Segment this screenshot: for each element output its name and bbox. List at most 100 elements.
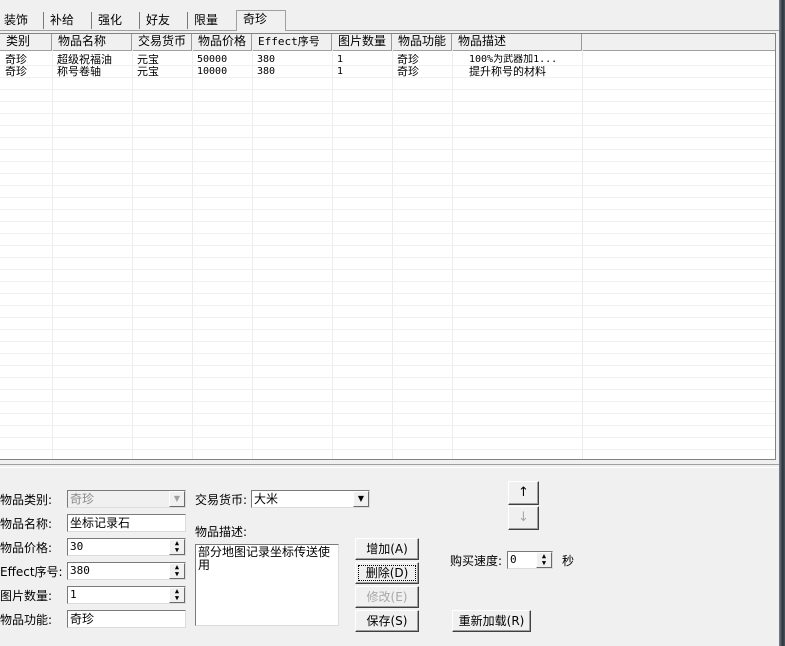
image-count-label: 图片数量:: [0, 589, 53, 603]
cell-currency: 元宝: [137, 54, 159, 66]
spin-arrows-icon[interactable]: ▲ ▼: [169, 539, 185, 555]
grid-hline: [0, 293, 775, 294]
name-label: 物品名称:: [0, 517, 53, 531]
spin-arrows-icon[interactable]: ▲ ▼: [536, 552, 552, 568]
grid-hline: [0, 425, 775, 426]
tab-strip: 装饰 补给 强化 好友 限量 奇珍: [0, 10, 779, 31]
grid-hline: [0, 437, 775, 438]
tab-limited[interactable]: 限量: [188, 12, 236, 29]
cell-description: 提升称号的材料: [469, 66, 546, 78]
tab-friends[interactable]: 好友: [140, 12, 188, 29]
grid-hline: [0, 305, 775, 306]
tab-rare[interactable]: 奇珍: [236, 10, 286, 31]
grid-hline: [0, 161, 775, 162]
grid-hline: [0, 389, 775, 390]
grid-vline: [582, 50, 583, 459]
grid-hline: [0, 449, 775, 450]
grid-hline: [0, 401, 775, 402]
grid-hline: [0, 257, 775, 258]
buy-speed-label: 购买速度:: [450, 554, 503, 568]
cell-function: 奇珍: [397, 66, 419, 78]
grid-vline: [392, 50, 393, 459]
grid-hline: [0, 353, 775, 354]
reload-button[interactable]: 重新加载(R): [452, 610, 531, 632]
col-price[interactable]: 物品价格: [192, 34, 252, 50]
add-button[interactable]: 增加(A): [355, 538, 419, 560]
cell-item-name: 超级祝福油: [57, 54, 112, 66]
grid-hline: [0, 413, 775, 414]
move-up-button[interactable]: ↑: [508, 481, 539, 505]
category-value: 奇珍: [70, 492, 95, 506]
grid-vline: [52, 50, 53, 459]
cell-effect-id: 380: [257, 66, 276, 77]
image-count-stepper[interactable]: 1 ▲ ▼: [67, 586, 186, 604]
grid-hline: [0, 149, 775, 150]
function-label: 物品功能:: [0, 613, 53, 627]
col-image-count[interactable]: 图片数量: [332, 34, 392, 50]
grid-hline: [0, 245, 775, 246]
items-table[interactable]: 类别 物品名称 交易货币 物品价格 Effect序号 图片数量 物品功能 物品描…: [0, 33, 776, 460]
grid-hline: [0, 365, 775, 366]
col-effect-id[interactable]: Effect序号: [252, 34, 332, 50]
grid-hline: [0, 221, 775, 222]
currency-value: 大米: [254, 492, 279, 506]
spin-arrows-icon[interactable]: ▲ ▼: [169, 587, 185, 603]
chevron-down-icon[interactable]: ▼: [353, 491, 369, 507]
function-input[interactable]: 奇珍: [67, 610, 186, 628]
grid-hline: [0, 185, 775, 186]
cell-currency: 元宝: [137, 66, 159, 78]
grid-hline: [0, 173, 775, 174]
cell-category: 奇珍: [5, 66, 27, 78]
grid-vline: [252, 50, 253, 459]
grid-hline: [0, 113, 775, 114]
category-label: 物品类别:: [0, 493, 53, 507]
grid-vline: [332, 50, 333, 459]
col-category[interactable]: 类别: [0, 34, 52, 50]
currency-select[interactable]: 大米 ▼: [251, 490, 370, 508]
grid-hline: [0, 233, 775, 234]
table-row[interactable]: 奇珍 称号卷轴 元宝 10000 380 1 奇珍 提升称号的材料: [0, 66, 775, 78]
main-window: 装饰 补给 强化 好友 限量 奇珍 类别 物品名称 交易货币 物品价格 Effe…: [0, 0, 779, 646]
cell-description: 100%为武器加1...: [469, 54, 558, 65]
grid-hline: [0, 329, 775, 330]
effect-stepper[interactable]: 380 ▲ ▼: [67, 562, 186, 580]
price-stepper[interactable]: 30 ▲ ▼: [67, 538, 186, 556]
tab-enhance[interactable]: 强化: [92, 12, 140, 29]
cell-function: 奇珍: [397, 54, 419, 66]
grid-hline: [0, 317, 775, 318]
col-description[interactable]: 物品描述: [452, 34, 582, 50]
panel-divider: [0, 464, 779, 468]
table-header: 类别 物品名称 交易货币 物品价格 Effect序号 图片数量 物品功能 物品描…: [0, 34, 775, 51]
chevron-down-icon[interactable]: ▼: [169, 491, 185, 507]
save-button[interactable]: 保存(S): [355, 610, 419, 632]
cell-item-name: 称号卷轴: [57, 66, 101, 78]
category-combobox[interactable]: 奇珍 ▼: [67, 490, 186, 508]
modify-button[interactable]: 修改(E): [355, 586, 419, 608]
buy-speed-stepper[interactable]: 0 ▲ ▼: [507, 551, 553, 569]
spin-arrows-icon[interactable]: ▲ ▼: [169, 563, 185, 579]
cell-effect-id: 380: [257, 54, 276, 65]
grid-hline: [0, 125, 775, 126]
col-currency[interactable]: 交易货币: [132, 34, 192, 50]
delete-button[interactable]: 删除(D): [355, 562, 419, 584]
grid-hline: [0, 89, 775, 90]
grid-vline: [452, 50, 453, 459]
tab-supply[interactable]: 补给: [44, 12, 92, 29]
grid-hline: [0, 341, 775, 342]
move-down-button[interactable]: ↓: [508, 506, 539, 530]
cell-image-count: 1: [337, 66, 344, 77]
col-function[interactable]: 物品功能: [392, 34, 452, 50]
name-input[interactable]: 坐标记录石: [67, 514, 186, 532]
col-item-name[interactable]: 物品名称: [52, 34, 132, 50]
tab-decoration[interactable]: 装饰: [0, 12, 44, 29]
grid-vline: [132, 50, 133, 459]
description-textarea[interactable]: 部分地图记录坐标传送使用: [195, 544, 339, 626]
seconds-label: 秒: [562, 554, 575, 568]
table-row[interactable]: 奇珍 超级祝福油 元宝 50000 380 1 奇珍 100%为武器加1...: [0, 54, 775, 66]
buy-speed-value: 0: [510, 553, 517, 566]
cell-price: 50000: [197, 54, 228, 65]
grid-hline: [0, 197, 775, 198]
description-label: 物品描述:: [195, 525, 248, 539]
grid-hline: [0, 137, 775, 138]
cell-category: 奇珍: [5, 54, 27, 66]
